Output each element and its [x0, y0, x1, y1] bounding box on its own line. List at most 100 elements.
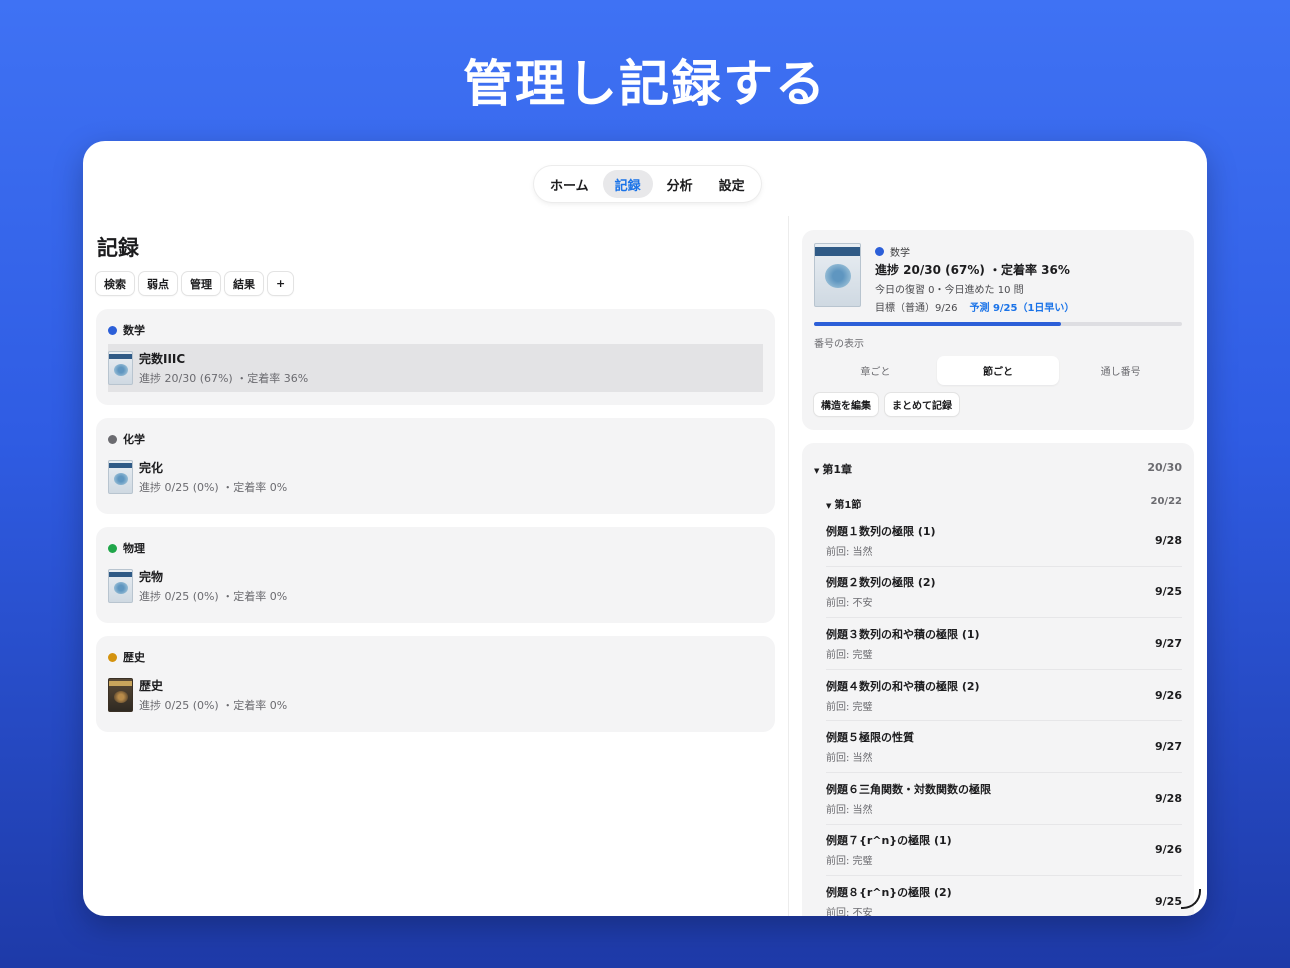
problem-row[interactable]: 例題３数列の和や積の極限 (1) 前回: 完璧 9/27	[826, 618, 1182, 670]
problem-previous: 前回: 完璧	[826, 649, 873, 661]
problem-row[interactable]: 例題４数列の和や積の極限 (2) 前回: 完璧 9/26	[826, 670, 1182, 722]
book-row[interactable]: 歴史 進捗 0/25 (0%) ・定着率 0%	[108, 671, 763, 719]
problem-row[interactable]: 例題７{r^n}の極限 (1) 前回: 完璧 9/26	[826, 825, 1182, 877]
section-row[interactable]: ▼ 第1節 20/22	[826, 496, 1182, 511]
subject-color-dot	[108, 652, 117, 662]
problem-list: 例題１数列の極限 (1) 前回: 当然 9/28 例題２数列の極限 (2) 前回: …	[826, 515, 1182, 916]
top-navigation: ホーム 記録 分析 設定	[534, 166, 761, 202]
disclosure-triangle-icon: ▼	[826, 502, 832, 510]
subject-header: 数学	[108, 322, 145, 338]
summary-progress: 進捗 20/30 (67%) ・定着率 36%	[875, 263, 1070, 277]
problem-title: 例題１数列の極限 (1)	[826, 524, 936, 538]
page-title: 記録	[97, 236, 139, 260]
disclosure-triangle-icon: ▼	[814, 467, 820, 475]
problem-title: 例題３数列の和や積の極限 (1)	[826, 627, 980, 641]
search-button[interactable]: 検索	[96, 272, 134, 295]
resize-handle-icon[interactable]	[1181, 889, 1201, 909]
subject-color-dot	[108, 543, 117, 553]
subject-header: 歴史	[108, 649, 145, 665]
weakness-button[interactable]: 弱点	[139, 272, 177, 295]
problem-title: 例題７{r^n}の極限 (1)	[826, 834, 952, 848]
book-cover	[814, 243, 861, 307]
add-button[interactable]: +	[268, 272, 294, 295]
chapter-row[interactable]: ▼ 第1章 20/30	[814, 461, 1182, 477]
problem-row[interactable]: 例題８{r^n}の極限 (2) 前回: 不安 9/25	[826, 876, 1182, 916]
subject-card-math: 数学 完数IIIC 進捗 20/30 (67%) ・定着率 36%	[96, 309, 775, 405]
numbering-option-chapter[interactable]: 章ごと	[814, 356, 937, 385]
subject-name: 歴史	[123, 651, 145, 664]
numbering-label: 番号の表示	[814, 339, 864, 350]
numbering-option-section[interactable]: 節ごと	[936, 356, 1060, 385]
section-count: 20/22	[1150, 496, 1182, 507]
tab-home[interactable]: ホーム	[538, 170, 601, 198]
book-cover-icon	[108, 569, 133, 603]
problem-row[interactable]: 例題１数列の極限 (1) 前回: 当然 9/28	[826, 515, 1182, 567]
problem-date: 9/25	[1155, 894, 1182, 908]
book-stats: 進捗 0/25 (0%) ・定着率 0%	[139, 699, 288, 712]
problem-title: 例題４数列の和や積の極限 (2)	[826, 679, 980, 693]
subject-header: 物理	[108, 540, 145, 556]
tab-analysis[interactable]: 分析	[655, 170, 705, 198]
summary-subject: 数学	[875, 244, 910, 259]
book-row[interactable]: 完化 進捗 0/25 (0%) ・定着率 0%	[108, 453, 763, 501]
summary-actions: 構造を編集 まとめて記録	[814, 393, 959, 416]
bulk-record-button[interactable]: まとめて記録	[885, 393, 959, 416]
subject-card-history: 歴史 歴史 進捗 0/25 (0%) ・定着率 0%	[96, 636, 775, 732]
book-name: 歴史	[139, 679, 164, 693]
problem-date: 9/25	[1155, 585, 1182, 599]
summary-goal: 目標（普通）9/26	[875, 303, 958, 314]
problem-previous: 前回: 不安	[826, 598, 873, 610]
book-row[interactable]: 完数IIIC 進捗 20/30 (67%) ・定着率 36%	[108, 344, 763, 392]
problem-list-card: ▼ 第1章 20/30 ▼ 第1節 20/22 例題１数列の極限 (1) 前回: 当然…	[802, 443, 1194, 916]
toolbar-chips: 検索 弱点 管理 結果 +	[96, 272, 294, 295]
tab-settings[interactable]: 設定	[707, 170, 757, 198]
problem-date: 9/27	[1155, 636, 1182, 650]
book-row[interactable]: 完物 進捗 0/25 (0%) ・定着率 0%	[108, 562, 763, 610]
summary-today: 今日の復習 0・今日進めた 10 問	[875, 285, 1024, 296]
book-name: 完物	[139, 570, 164, 584]
numbering-option-serial[interactable]: 通し番号	[1059, 356, 1182, 385]
subject-color-dot	[875, 247, 884, 256]
subject-header: 化学	[108, 431, 145, 447]
book-summary-card: 数学 進捗 20/30 (67%) ・定着率 36% 今日の復習 0・今日進めた…	[802, 230, 1194, 430]
book-stats: 進捗 20/30 (67%) ・定着率 36%	[139, 372, 309, 385]
results-button[interactable]: 結果	[225, 272, 263, 295]
chapter-label: 第1章	[822, 463, 853, 476]
subject-name: 物理	[123, 542, 145, 555]
problem-title: 例題６三角関数・対数関数の極限	[826, 782, 991, 796]
book-cover-icon	[814, 243, 861, 307]
problem-date: 9/26	[1155, 688, 1182, 702]
problem-title: 例題８{r^n}の極限 (2)	[826, 885, 952, 899]
book-name: 完数IIIC	[139, 352, 186, 366]
book-cover-icon	[108, 351, 133, 385]
problem-date: 9/26	[1155, 843, 1182, 857]
subject-name: 数学	[123, 324, 145, 337]
summary-subject-name: 数学	[890, 248, 910, 259]
problem-previous: 前回: 当然	[826, 753, 873, 765]
problem-row[interactable]: 例題５極限の性質 前回: 当然 9/27	[826, 721, 1182, 773]
edit-structure-button[interactable]: 構造を編集	[814, 393, 878, 416]
problem-previous: 前回: 不安	[826, 907, 873, 916]
problem-previous: 前回: 当然	[826, 804, 873, 816]
subject-color-dot	[108, 325, 117, 335]
pane-divider	[788, 216, 789, 916]
summary-prediction: 予測 9/25（1日早い）	[969, 303, 1075, 314]
manage-button[interactable]: 管理	[182, 272, 220, 295]
problem-title: 例題５極限の性質	[826, 731, 914, 745]
hero-title: 管理し記録する	[463, 55, 827, 113]
section-label: 第1節	[834, 500, 862, 511]
summary-goal-row: 目標（普通）9/26 予測 9/25（1日早い）	[875, 299, 1074, 314]
problem-previous: 前回: 完璧	[826, 856, 873, 868]
record-pane: 記録 検索 弱点 管理 結果 + 数学 完数IIIC 進捗 20/30 (67%…	[83, 216, 788, 916]
problem-previous: 前回: 完璧	[826, 701, 873, 713]
book-stats: 進捗 0/25 (0%) ・定着率 0%	[139, 481, 288, 494]
tab-record[interactable]: 記録	[602, 170, 653, 198]
numbering-segmented-control: 章ごと 節ごと 通し番号	[814, 356, 1182, 385]
problem-row[interactable]: 例題６三角関数・対数関数の極限 前回: 当然 9/28	[826, 773, 1182, 825]
problem-date: 9/28	[1155, 533, 1182, 547]
subject-card-physics: 物理 完物 進捗 0/25 (0%) ・定着率 0%	[96, 527, 775, 623]
problem-date: 9/27	[1155, 740, 1182, 754]
problem-date: 9/28	[1155, 791, 1182, 805]
problem-row[interactable]: 例題２数列の極限 (2) 前回: 不安 9/25	[826, 567, 1182, 619]
problem-title: 例題２数列の極限 (2)	[826, 576, 936, 590]
